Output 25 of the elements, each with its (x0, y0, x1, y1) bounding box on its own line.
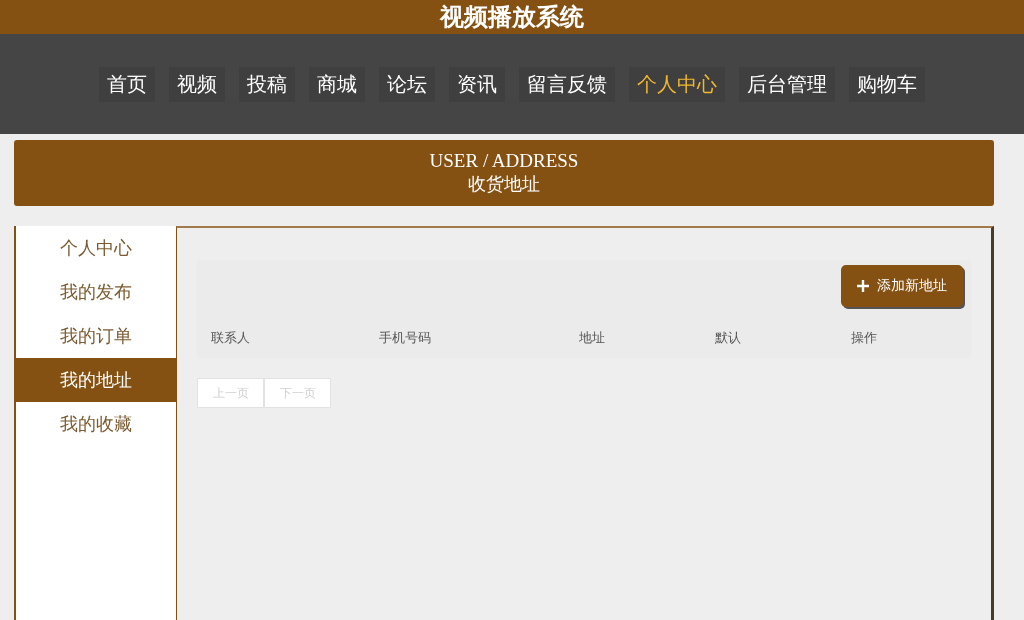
column-header: 手机号码 (379, 329, 432, 347)
sidebar-item[interactable]: 我的订单 (16, 314, 176, 358)
banner-subtitle: 收货地址 (468, 172, 540, 196)
column-header: 操作 (851, 329, 878, 347)
column-header: 默认 (715, 329, 742, 347)
site-title: 视频播放系统 (440, 2, 584, 33)
banner-title: USER / ADDRESS (429, 150, 579, 172)
sidebar-item[interactable]: 个人中心 (16, 226, 176, 270)
nav-link[interactable]: 首页 (99, 66, 155, 102)
sidebar-item[interactable]: 我的收藏 (16, 402, 176, 446)
nav-link[interactable]: 视频 (169, 66, 225, 102)
nav-link[interactable]: 投稿 (239, 66, 295, 102)
sidebar-item[interactable]: 我的地址 (16, 358, 176, 402)
nav-link[interactable]: 个人中心 (629, 66, 725, 102)
nav-link[interactable]: 购物车 (849, 66, 925, 102)
sidebar-item[interactable]: 我的发布 (16, 270, 176, 314)
column-header: 地址 (579, 329, 606, 347)
plus-icon (857, 280, 869, 292)
nav-link[interactable]: 后台管理 (739, 66, 835, 102)
nav-link[interactable]: 商城 (309, 66, 365, 102)
nav-link[interactable]: 资讯 (449, 66, 505, 102)
add-address-button[interactable]: 添加新地址 (841, 265, 963, 307)
column-header: 联系人 (211, 329, 251, 347)
nav-link[interactable]: 留言反馈 (519, 66, 615, 102)
nav-link[interactable]: 论坛 (379, 66, 435, 102)
